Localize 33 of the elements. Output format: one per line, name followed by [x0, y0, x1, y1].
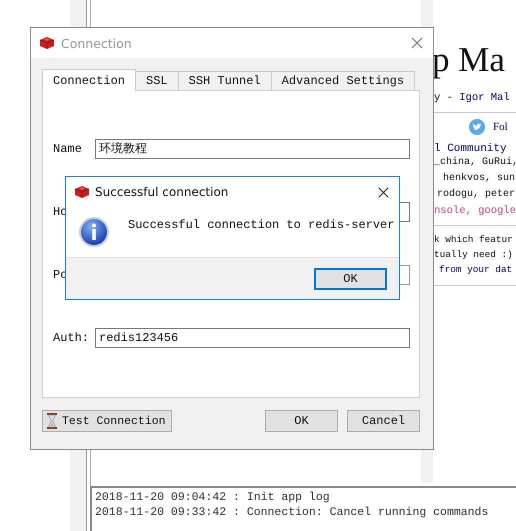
dialog-title: Successful connection [95, 185, 228, 199]
cube-logo-icon [39, 36, 55, 50]
hourglass-icon [47, 413, 57, 429]
message-text: Successful connection to redis-server [128, 218, 394, 232]
input-field[interactable]: redis123456 [95, 328, 410, 348]
log-line: 2018-11-20 09:04:42 : Init app log [95, 490, 331, 505]
info-icon [78, 216, 110, 248]
feature-link[interactable]: from your dat [439, 262, 512, 277]
byline-text: y - [434, 92, 454, 104]
input-field[interactable]: 环境教程 [95, 139, 410, 159]
page-heading: p Ma [433, 40, 505, 80]
ok-button[interactable]: OK [265, 410, 338, 432]
log-line: 2018-11-20 09:33:42 : Connection: Cancel running commands [95, 505, 490, 520]
field-label: Auth: [53, 331, 90, 345]
contributors-text: rodogu, peter [437, 188, 516, 202]
follow-link[interactable]: Fol [493, 121, 508, 133]
contributors-text: henkvos, sun [443, 172, 516, 186]
cancel-button[interactable]: Cancel [347, 410, 420, 432]
test-connection-button[interactable]: Test Connection [42, 410, 172, 432]
author-link[interactable]: Igor Mal [459, 92, 510, 104]
bird-icon [469, 119, 485, 135]
ok-button[interactable]: OK [314, 268, 387, 290]
cube-logo-icon [74, 185, 90, 199]
tools-link[interactable]: nsole, google [434, 205, 516, 217]
close-icon[interactable] [378, 186, 389, 198]
community-link[interactable]: l Community [434, 143, 507, 155]
feature-text: k which featur [434, 233, 513, 247]
field-label: Name [53, 142, 83, 156]
contributors-text: _china, GuRui, [434, 156, 516, 170]
window-title: Connection [61, 36, 132, 50]
tab[interactable]: Connection [42, 69, 136, 91]
tab[interactable]: Advanced Settings [270, 71, 416, 90]
feature-text: tually need :) [434, 248, 513, 262]
